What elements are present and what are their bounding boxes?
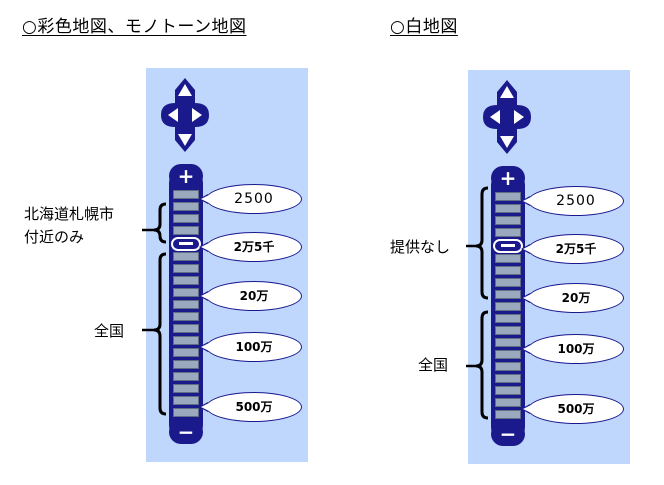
brace-label-nationwide-left: 全国 [94, 322, 125, 340]
zoom-level-segment[interactable] [173, 264, 199, 273]
zoom-level-segment[interactable] [495, 314, 521, 323]
zoom-level-segment[interactable] [173, 300, 199, 309]
pan-arrows-icon[interactable] [481, 78, 533, 156]
zoom-level-segment[interactable] [173, 336, 199, 345]
scale-bubble-25000: 2万5千 [199, 232, 302, 262]
zoom-level-segment[interactable] [495, 410, 521, 419]
scale-bubble-200000: 20万 [199, 281, 302, 311]
zoom-level-segment[interactable] [173, 324, 199, 333]
zoom-level-segment[interactable] [173, 214, 199, 223]
heading-blank-map: ○白地図 [390, 17, 458, 37]
zoom-level-segment[interactable] [495, 398, 521, 407]
zoom-level-segment[interactable] [495, 302, 521, 311]
scale-bubble-5000000: 500万 [199, 392, 302, 422]
zoom-slider-thumb[interactable] [493, 239, 523, 253]
zoom-level-segment[interactable] [173, 384, 199, 393]
scale-bubble-2500: 2500 [521, 186, 624, 216]
zoom-in-button[interactable]: + [491, 166, 525, 190]
brace-label-nationwide-right: 全国 [418, 356, 449, 374]
zoom-level-segment[interactable] [495, 216, 521, 225]
scale-bubble-2500: 2500 [199, 184, 302, 214]
zoom-out-button[interactable]: − [491, 422, 525, 446]
heading-color-map: ○彩色地図、モノトーン地図 [22, 17, 247, 37]
zoom-slider-thumb[interactable] [171, 237, 201, 251]
zoom-level-segment[interactable] [495, 290, 521, 299]
zoom-level-segment[interactable] [173, 396, 199, 405]
zoom-level-segment[interactable] [495, 338, 521, 347]
zoom-level-segment[interactable] [495, 254, 521, 263]
zoom-level-segment[interactable] [495, 204, 521, 213]
brace-label-sapporo-line1: 北海道札幌市 [24, 205, 115, 223]
zoom-level-segment[interactable] [173, 252, 199, 261]
zoom-in-button[interactable]: + [169, 164, 203, 188]
zoom-level-segment[interactable] [173, 408, 199, 417]
zoom-level-segment[interactable] [495, 266, 521, 275]
scale-bubble-1000000: 100万 [199, 332, 302, 362]
zoom-level-segment[interactable] [495, 362, 521, 371]
zoom-level-segment[interactable] [173, 348, 199, 357]
zoom-level-segment[interactable] [495, 228, 521, 237]
range-brace-left [142, 202, 167, 416]
brace-label-not-provided: 提供なし [390, 238, 451, 256]
zoom-out-button[interactable]: − [169, 420, 203, 444]
zoom-level-segment[interactable] [173, 312, 199, 321]
zoom-level-segment[interactable] [495, 278, 521, 287]
zoom-level-segment[interactable] [495, 326, 521, 335]
scale-bubble-5000000: 500万 [521, 394, 624, 424]
zoom-level-segment[interactable] [173, 360, 199, 369]
range-brace-right [466, 186, 489, 420]
zoom-level-segment[interactable] [495, 350, 521, 359]
scale-bubble-25000: 2万5千 [521, 234, 624, 264]
scale-bubble-200000: 20万 [521, 283, 624, 313]
zoom-level-segment[interactable] [495, 192, 521, 201]
pan-arrows-icon[interactable] [159, 76, 211, 154]
zoom-level-segment[interactable] [173, 190, 199, 199]
zoom-level-segment[interactable] [495, 386, 521, 395]
zoom-level-segment[interactable] [173, 372, 199, 381]
zoom-level-segment[interactable] [173, 226, 199, 235]
zoom-level-segment[interactable] [173, 202, 199, 211]
scale-bubble-1000000: 100万 [521, 334, 624, 364]
zoom-level-segment[interactable] [495, 374, 521, 383]
brace-label-sapporo-line2: 付近のみ [24, 228, 85, 246]
zoom-level-segment[interactable] [173, 276, 199, 285]
zoom-level-segment[interactable] [173, 288, 199, 297]
